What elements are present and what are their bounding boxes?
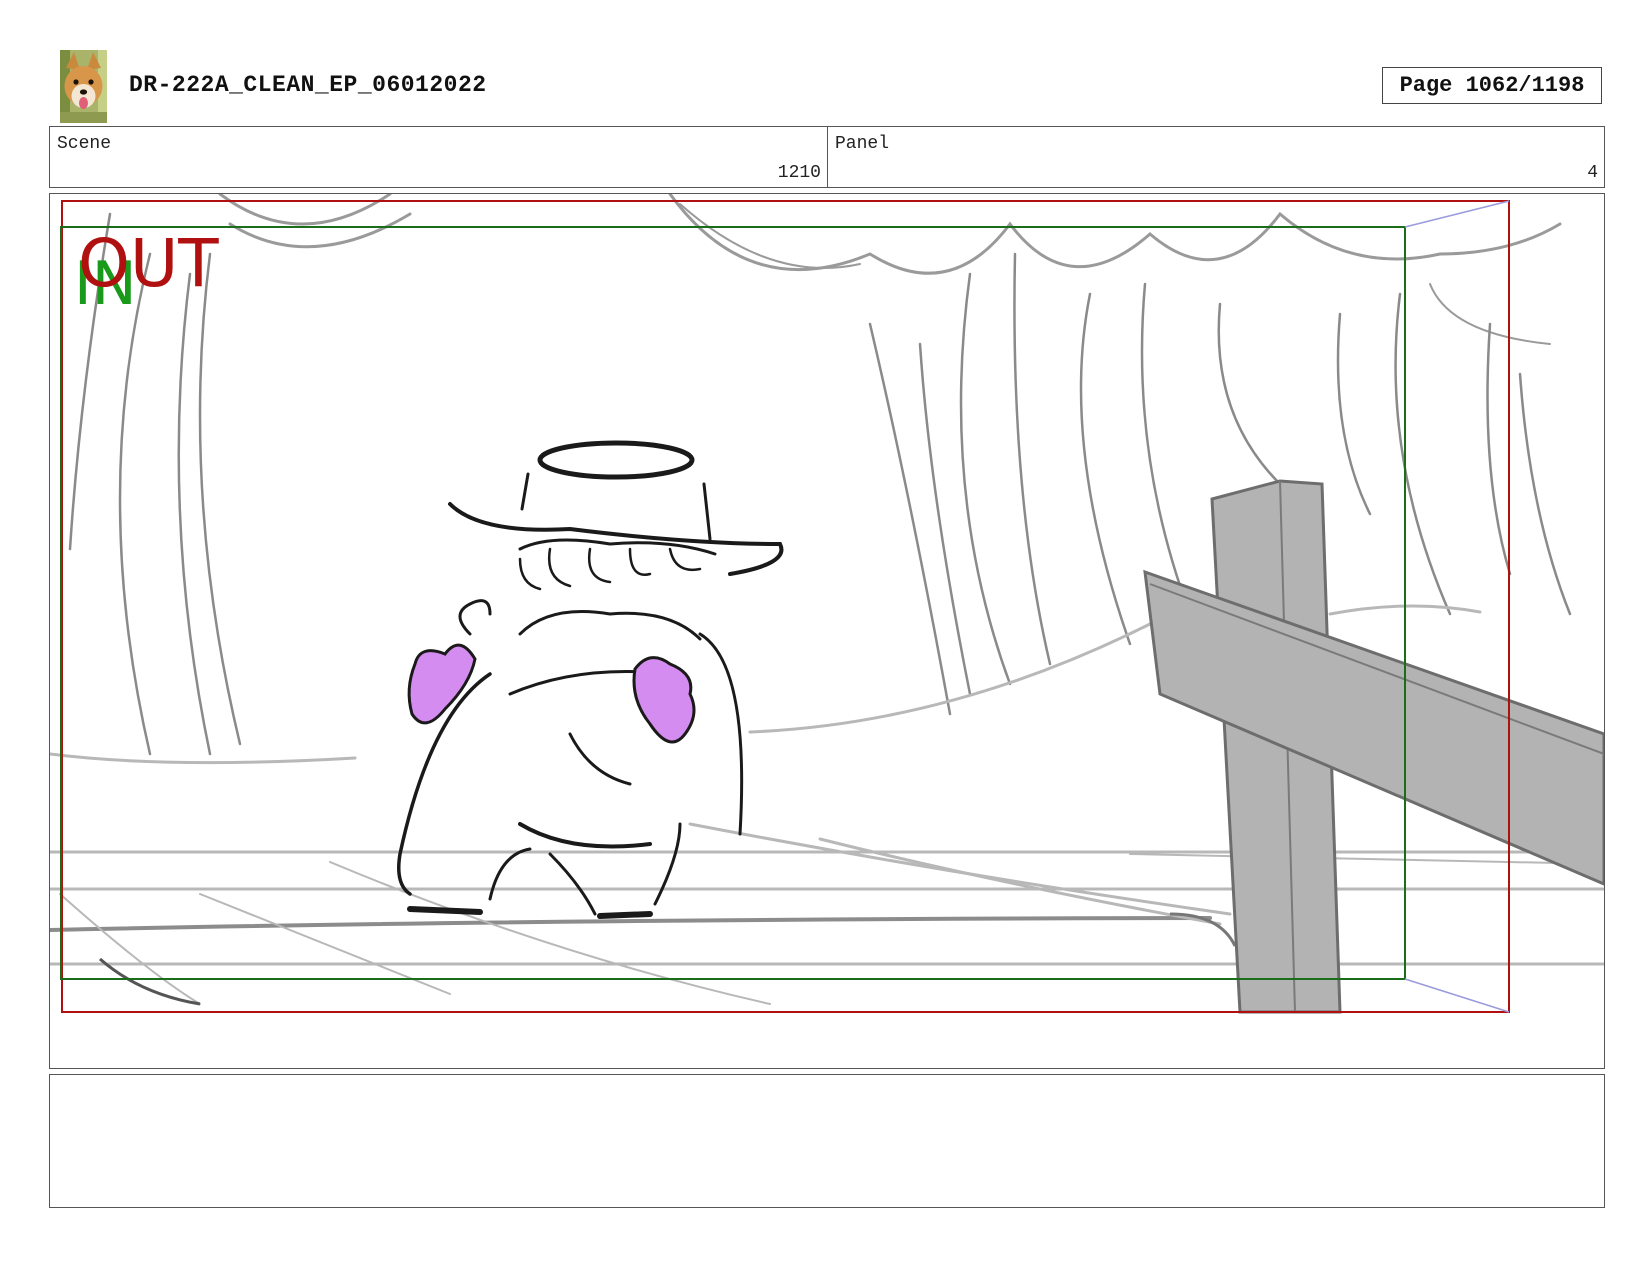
purple-gloves — [407, 643, 696, 744]
scene-panel-info-row: Scene 1210 Panel 4 — [49, 126, 1605, 188]
scene-cell: Scene 1210 — [50, 127, 828, 187]
panel-number: 4 — [1587, 163, 1598, 183]
dog-logo-image — [60, 50, 107, 123]
storyboard-frame: IN OUT — [49, 193, 1605, 1069]
scene-number: 1210 — [777, 163, 821, 183]
dialogue-notes-box — [49, 1074, 1605, 1208]
panel-cell: Panel 4 — [828, 127, 1604, 187]
scene-label: Scene — [57, 134, 112, 154]
page-number: Page 1062/1198 — [1382, 67, 1602, 104]
document-title: DR-222A_CLEAN_EP_06012022 — [129, 72, 487, 98]
panel-label: Panel — [835, 134, 890, 154]
wooden-fence-post — [1143, 479, 1604, 1014]
storyboard-sketch: IN OUT — [50, 194, 1604, 1014]
out-label: OUT — [78, 225, 219, 302]
